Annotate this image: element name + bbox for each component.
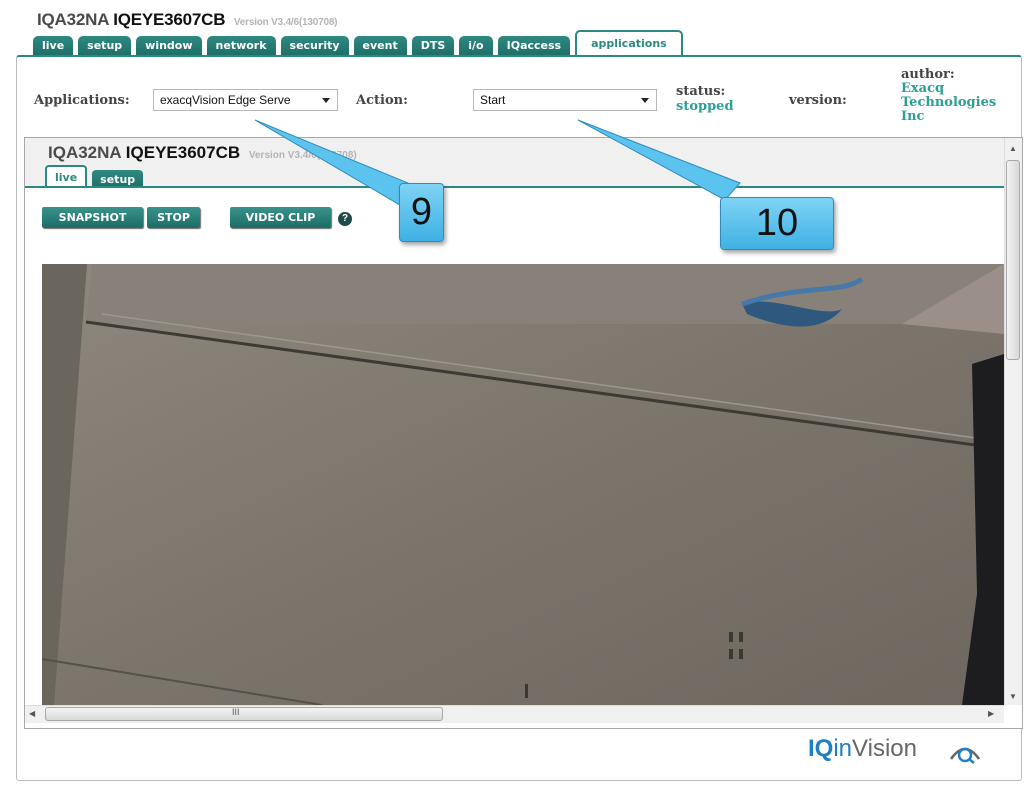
callout-9: 9: [399, 183, 444, 242]
callout-pointers: [254, 119, 741, 206]
callout-10: 10: [720, 197, 834, 250]
